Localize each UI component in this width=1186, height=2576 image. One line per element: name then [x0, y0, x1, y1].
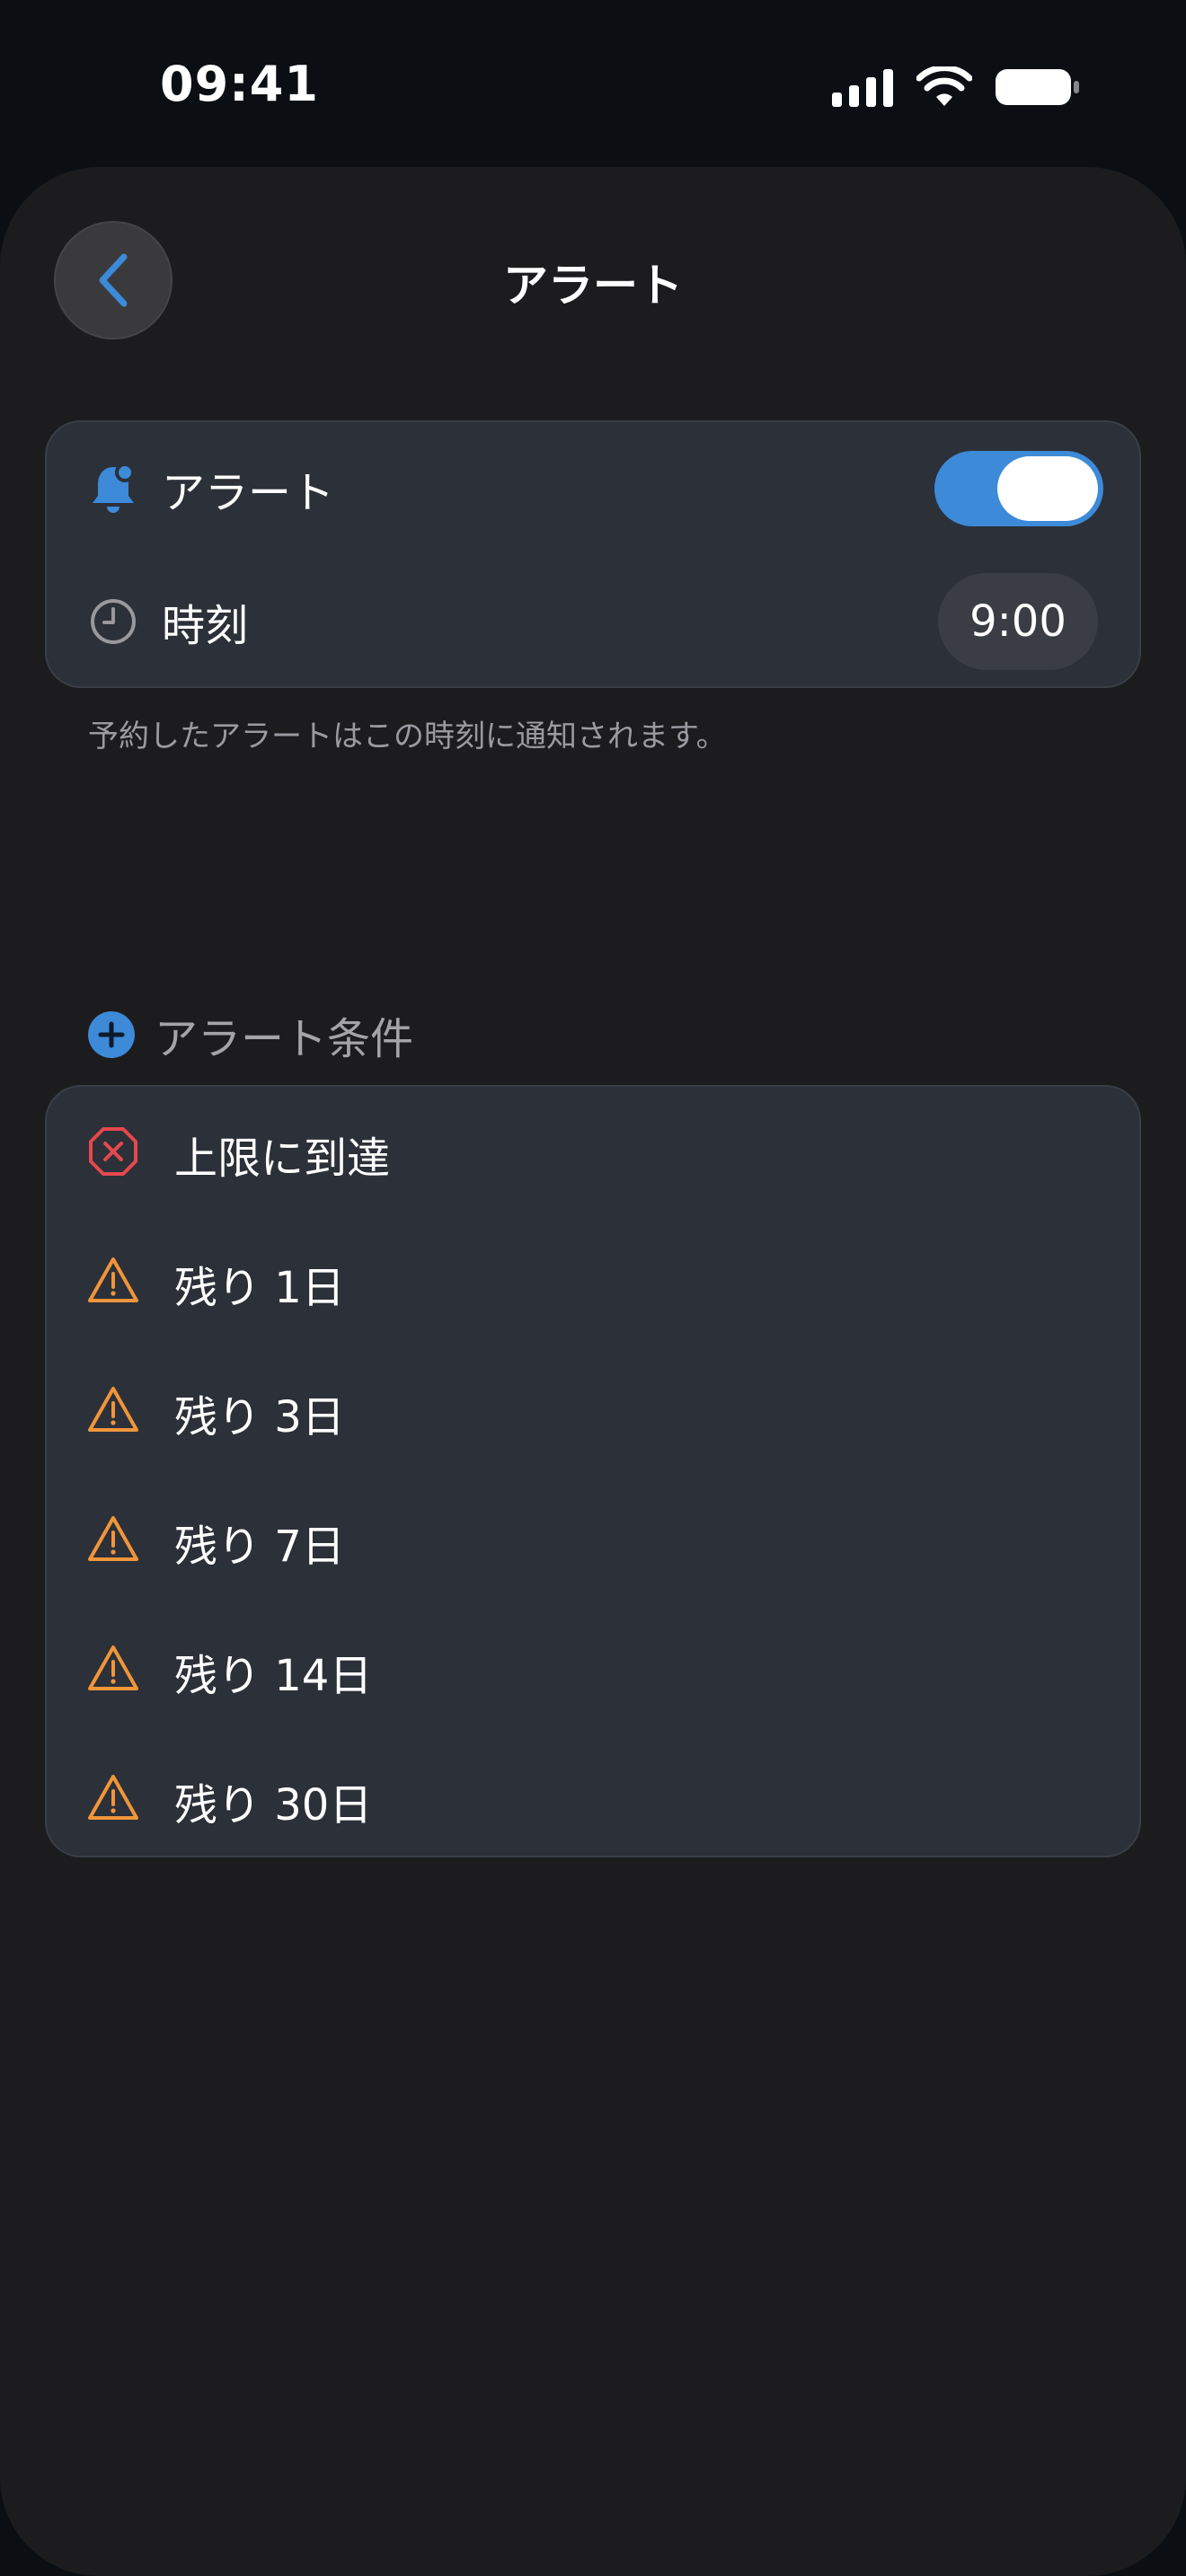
conditions-title: アラート条件: [155, 1014, 414, 1064]
condition-label: 残り 3日: [174, 1392, 345, 1442]
conditions-header[interactable]: アラート条件: [88, 1002, 413, 1067]
warning-icon: [88, 1516, 138, 1561]
condition-label: 残り 30日: [174, 1780, 373, 1831]
status-icons: [832, 65, 1080, 110]
condition-row[interactable]: 残り 3日: [47, 1345, 1139, 1475]
nav-bar: アラート: [0, 167, 1186, 392]
status-time: 09:41: [160, 56, 319, 112]
wifi-icon: [916, 66, 972, 106]
clock-icon: [88, 596, 138, 647]
warning-icon: [88, 1775, 138, 1820]
condition-row[interactable]: 残り 1日: [47, 1216, 1139, 1345]
time-footnote: 予約したアラートはこの時刻に通知されます。: [88, 719, 727, 754]
condition-label: 残り 1日: [174, 1263, 345, 1313]
condition-row[interactable]: 残り 7日: [47, 1475, 1139, 1604]
page-title: アラート: [503, 260, 683, 312]
time-picker[interactable]: 9:00: [938, 573, 1098, 670]
alert-toggle[interactable]: [934, 451, 1103, 526]
conditions-card: 上限に到達 残り 1日 残り 3日 残り 7日 残り 14日 残り 30日: [45, 1085, 1141, 1857]
toggle-knob: [997, 456, 1098, 521]
cellular-signal-icon: [832, 69, 893, 107]
condition-label: 残り 7日: [174, 1522, 345, 1572]
alert-toggle-row: アラート: [47, 422, 1139, 555]
alert-settings-card: アラート 時刻 9:00: [45, 420, 1141, 688]
alert-label: アラート: [162, 468, 335, 518]
condition-row[interactable]: 上限に到達: [47, 1087, 1139, 1216]
x-octagon-icon: [89, 1127, 137, 1176]
time-row: 時刻 9:00: [47, 555, 1139, 688]
plus-circle-icon[interactable]: [88, 1011, 135, 1058]
condition-label: 残り 14日: [174, 1651, 373, 1701]
warning-icon: [88, 1645, 138, 1690]
time-label: 時刻: [162, 601, 249, 651]
condition-row[interactable]: 残り 14日: [47, 1604, 1139, 1734]
battery-icon: [996, 69, 1079, 105]
bell-icon: [88, 463, 138, 514]
status-bar: 09:41: [0, 0, 1186, 171]
condition-label: 上限に到達: [174, 1134, 391, 1184]
alert-sheet: アラート アラート 時刻 9:00 予約したアラートはこの時刻に通知されます。 …: [0, 167, 1186, 2576]
warning-icon: [88, 1387, 138, 1432]
condition-row[interactable]: 残り 30日: [47, 1734, 1139, 1863]
warning-icon: [88, 1257, 138, 1302]
